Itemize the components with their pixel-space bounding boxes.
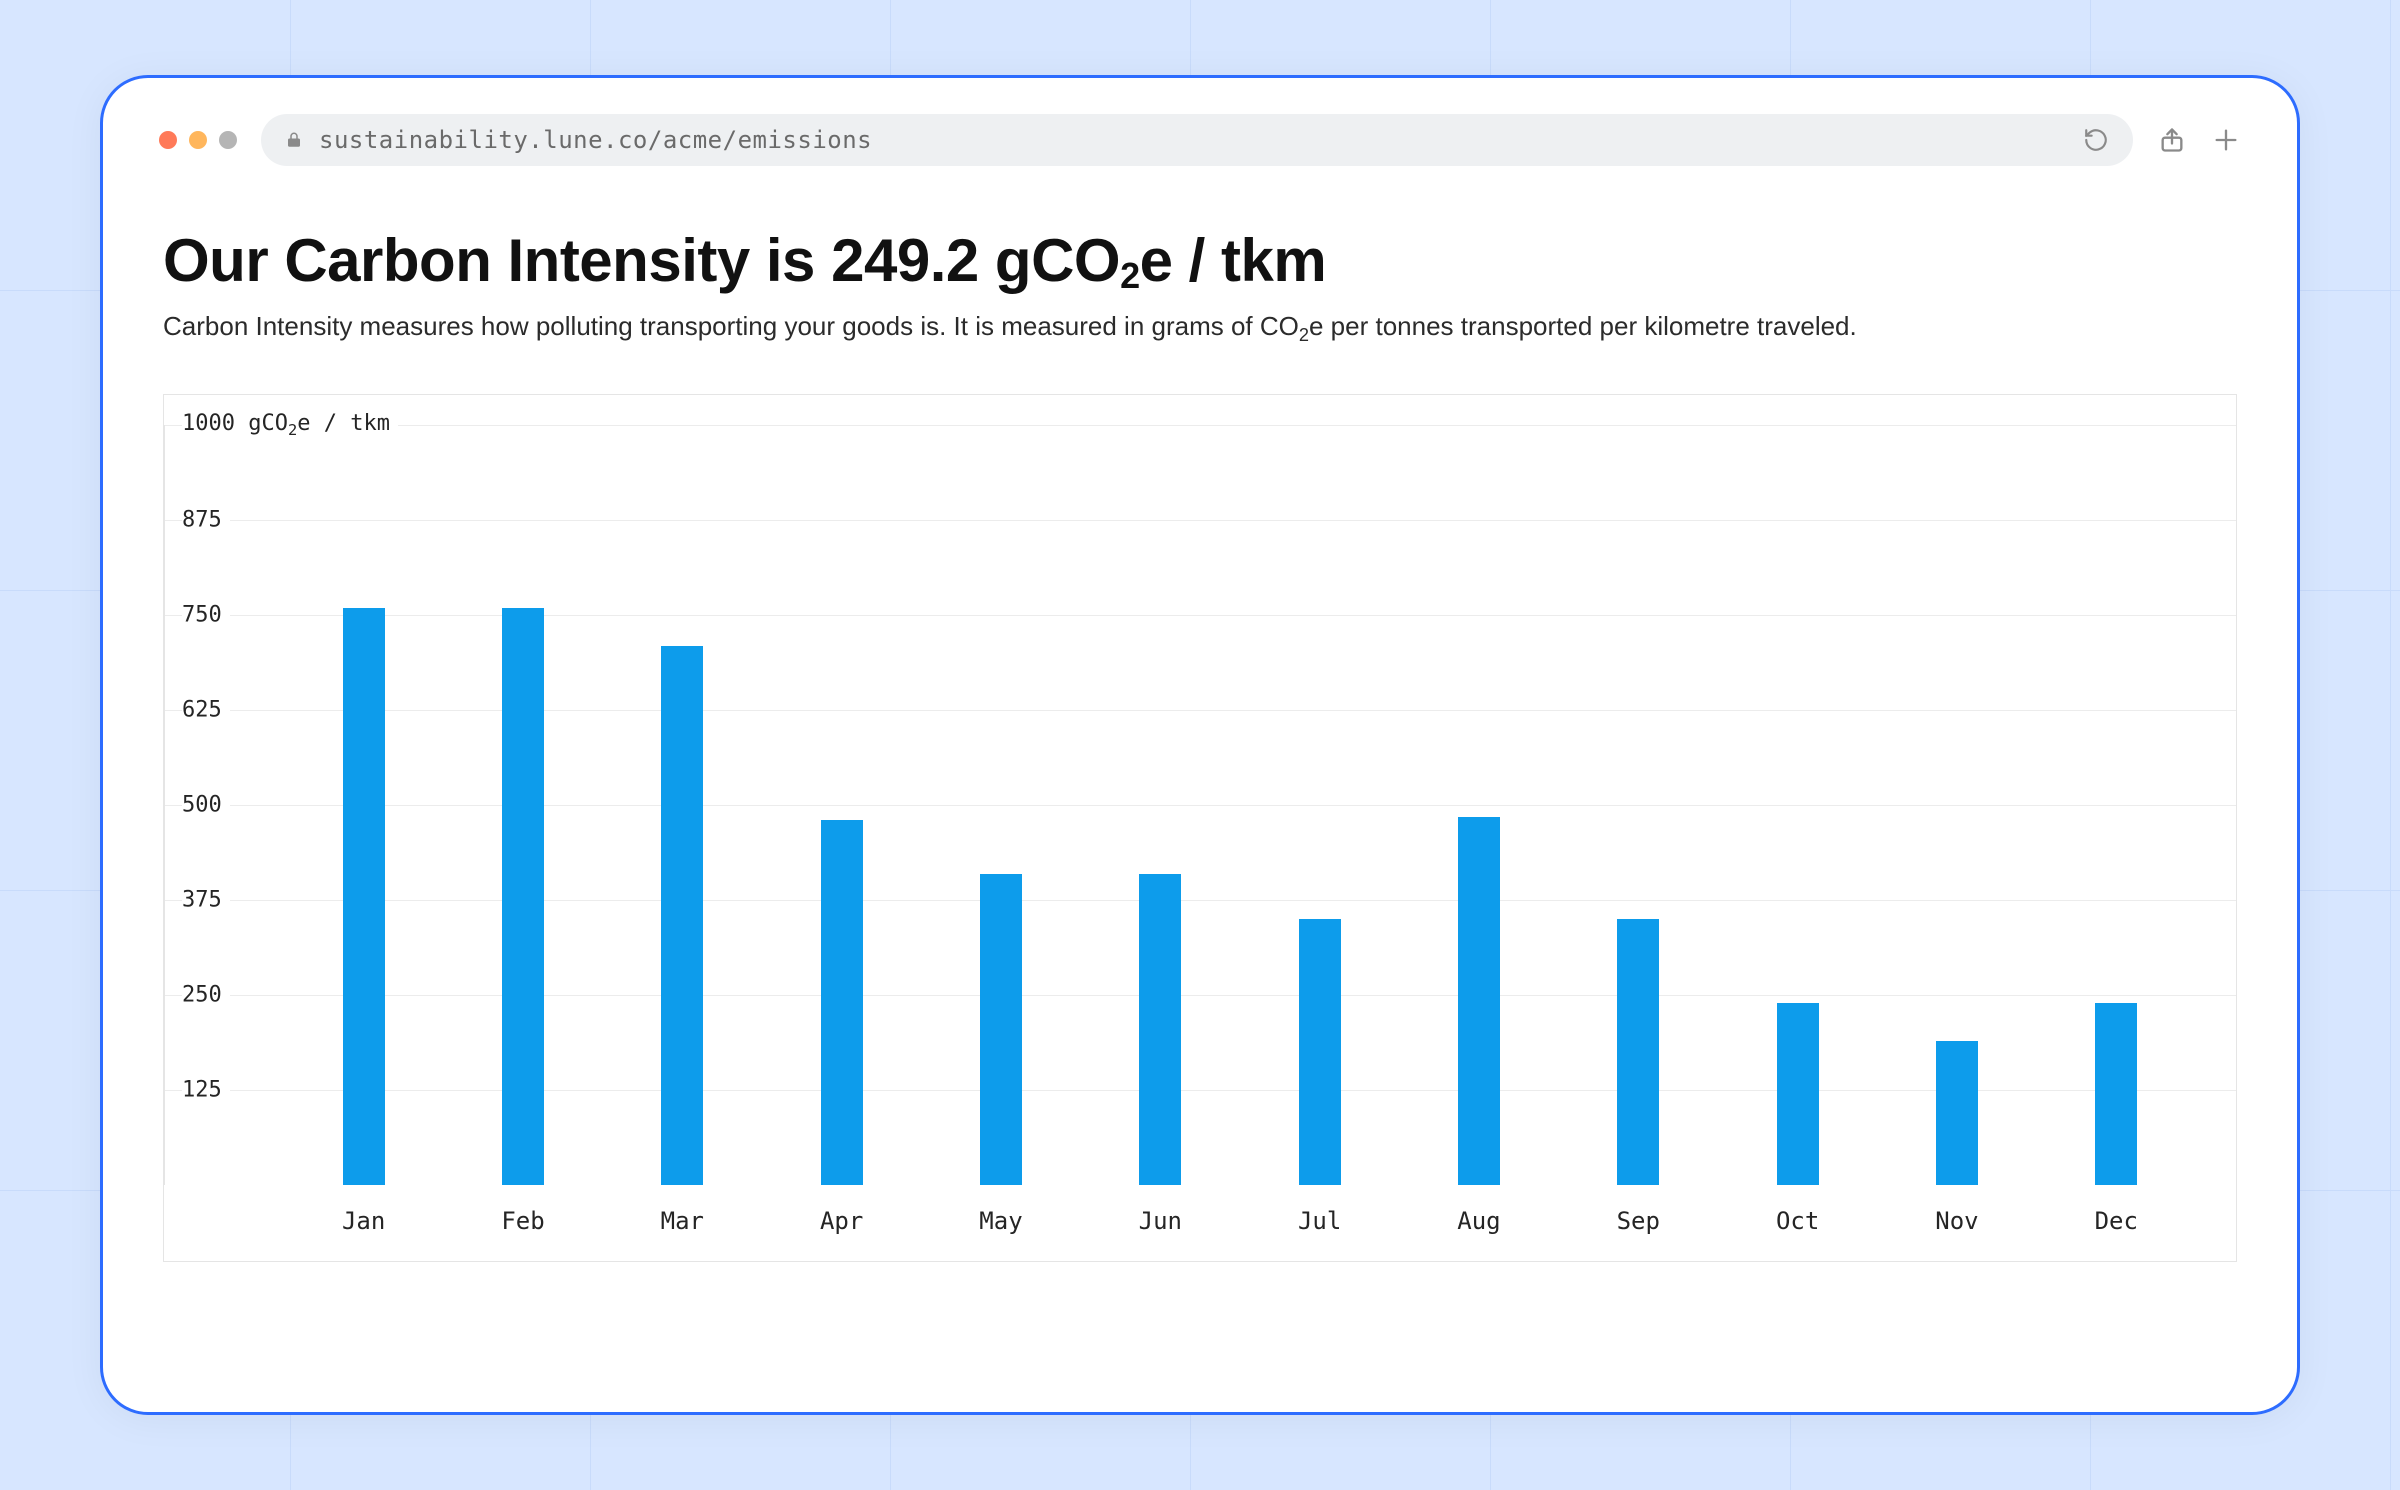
maximize-window-button[interactable] (219, 131, 237, 149)
bar-mar[interactable] (661, 646, 703, 1186)
bar-oct[interactable] (1777, 1003, 1819, 1185)
address-bar[interactable]: sustainability.lune.co/acme/emissions (261, 114, 2133, 166)
bar-slot (603, 425, 762, 1185)
y-tick-label: 625 (182, 698, 230, 723)
url-text: sustainability.lune.co/acme/emissions (319, 126, 2067, 154)
y-tick-label: 875 (182, 508, 230, 533)
x-tick-label: Mar (603, 1207, 762, 1235)
chart-bars (284, 425, 2196, 1185)
lock-icon (285, 129, 303, 151)
browser-window: sustainability.lune.co/acme/emissions Ou… (100, 75, 2300, 1415)
bar-sep[interactable] (1617, 919, 1659, 1185)
chart-container: 1252503755006257508751000 gCO2e / tkm Ja… (163, 394, 2237, 1372)
x-tick-label: Jan (284, 1207, 443, 1235)
bar-slot (1718, 425, 1877, 1185)
carbon-intensity-bar-chart: 1252503755006257508751000 gCO2e / tkm Ja… (163, 394, 2237, 1262)
bar-feb[interactable] (502, 608, 544, 1186)
bar-dec[interactable] (2095, 1003, 2137, 1185)
page-content: Our Carbon Intensity is 249.2 gCO2e / tk… (103, 186, 2297, 1412)
new-tab-icon[interactable] (2211, 125, 2241, 155)
bar-jun[interactable] (1139, 874, 1181, 1186)
bar-jul[interactable] (1299, 919, 1341, 1185)
bar-slot (443, 425, 602, 1185)
bar-slot (1081, 425, 1240, 1185)
bar-slot (921, 425, 1080, 1185)
x-tick-label: Oct (1718, 1207, 1877, 1235)
x-tick-label: Jun (1081, 1207, 1240, 1235)
bar-may[interactable] (980, 874, 1022, 1186)
x-tick-label: Dec (2037, 1207, 2196, 1235)
bar-slot (762, 425, 921, 1185)
x-tick-label: Apr (762, 1207, 921, 1235)
chart-plot-area: 1252503755006257508751000 gCO2e / tkm (164, 395, 2236, 1185)
bar-aug[interactable] (1458, 817, 1500, 1186)
bar-slot (1399, 425, 1558, 1185)
x-tick-label: Jul (1240, 1207, 1399, 1235)
bar-apr[interactable] (821, 820, 863, 1185)
close-window-button[interactable] (159, 131, 177, 149)
minimize-window-button[interactable] (189, 131, 207, 149)
y-tick-label: 125 (182, 1078, 230, 1103)
y-tick-label: 500 (182, 793, 230, 818)
bar-nov[interactable] (1936, 1041, 1978, 1185)
bar-slot (284, 425, 443, 1185)
reload-icon[interactable] (2083, 127, 2109, 153)
share-icon[interactable] (2157, 125, 2187, 155)
traffic-lights (159, 131, 237, 149)
chart-x-axis: JanFebMarAprMayJunJulAugSepOctNovDec (164, 1185, 2236, 1261)
y-tick-label: 250 (182, 983, 230, 1008)
page-title: Our Carbon Intensity is 249.2 gCO2e / tk… (163, 226, 2237, 295)
x-tick-label: Feb (443, 1207, 602, 1235)
x-tick-label: Nov (1877, 1207, 2036, 1235)
browser-chrome: sustainability.lune.co/acme/emissions (103, 78, 2297, 186)
bar-jan[interactable] (343, 608, 385, 1186)
page-subtitle: Carbon Intensity measures how polluting … (163, 311, 2237, 346)
bar-slot (1877, 425, 2036, 1185)
y-tick-label: 750 (182, 603, 230, 628)
y-tick-label: 375 (182, 888, 230, 913)
x-tick-label: Aug (1399, 1207, 1558, 1235)
bar-slot (1559, 425, 1718, 1185)
x-tick-label: Sep (1559, 1207, 1718, 1235)
bar-slot (1240, 425, 1399, 1185)
bar-slot (2037, 425, 2196, 1185)
x-tick-label: May (921, 1207, 1080, 1235)
